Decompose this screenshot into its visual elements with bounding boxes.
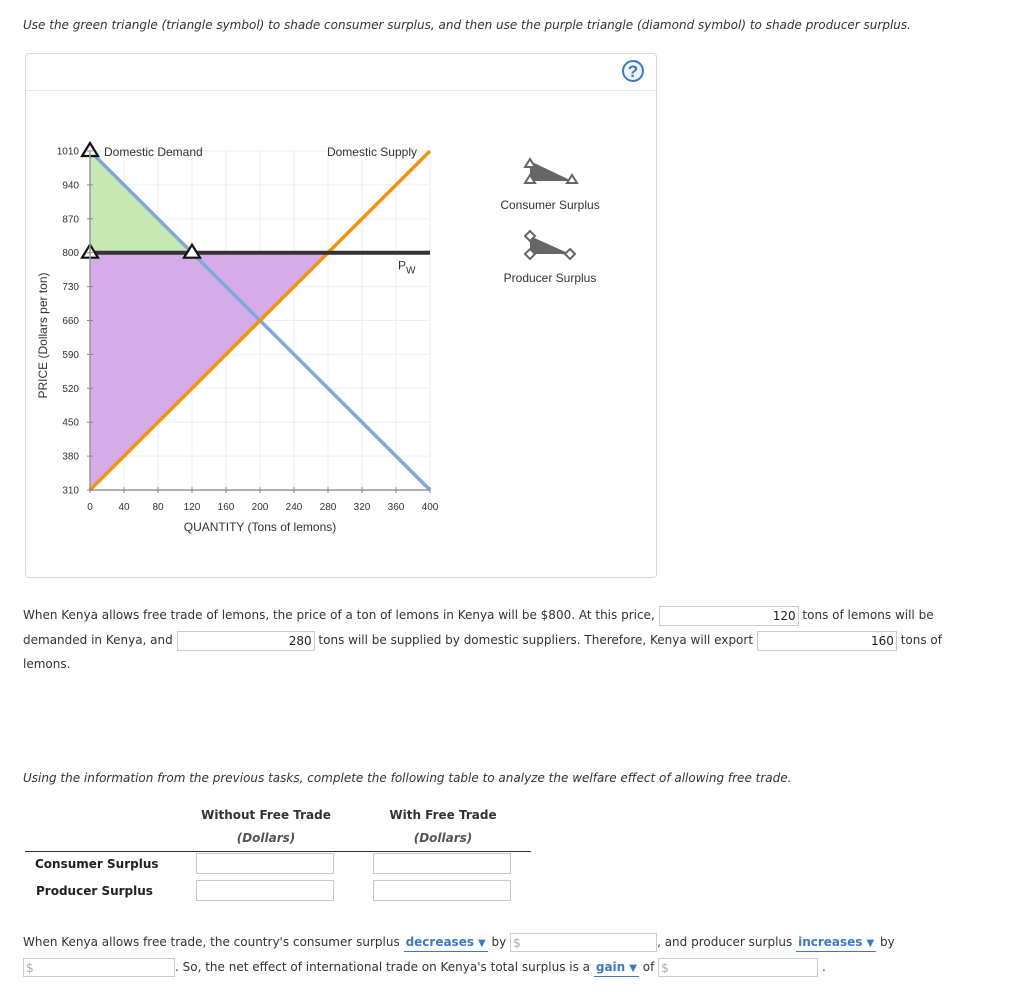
col-without-unit: (Dollars): [236, 831, 296, 845]
q3-text-2: , and producer surplus: [657, 935, 793, 949]
col-with-header: With Free Trade: [389, 808, 497, 822]
net-change-value: gain: [595, 960, 626, 974]
dollar-sign: $: [513, 936, 521, 950]
caret-down-icon: ▼: [866, 938, 875, 949]
ps-change-value: increases: [798, 935, 863, 949]
x-tick-label: 320: [354, 502, 371, 513]
y-tick-label: 310: [62, 486, 79, 497]
cs-change-value: decreases: [405, 935, 474, 949]
y-tick-label: 660: [62, 316, 79, 327]
y-tick-label: 870: [62, 214, 79, 225]
q3-by-2: by: [879, 935, 895, 949]
q3-text-3: . So, the net effect of international tr…: [175, 960, 591, 974]
supply-label: Domestic Supply: [327, 145, 417, 159]
diamond-tool-icon: [523, 229, 577, 261]
producer-surplus-tool-label: Producer Surplus: [503, 271, 597, 285]
q3-line2: $ . So, the net effect of international t…: [23, 955, 826, 980]
caret-down-icon: ▼: [477, 938, 486, 949]
x-tick-label: 240: [286, 502, 303, 513]
consumer-surplus-tool-label: Consumer Surplus: [500, 198, 600, 212]
y-tick-label: 590: [62, 350, 79, 361]
y-tick-label: 800: [62, 248, 79, 259]
quantity-supplied-input[interactable]: 280: [176, 630, 315, 651]
y-tick-label: 450: [62, 418, 79, 429]
x-tick-label: 0: [87, 502, 93, 513]
q3-end: .: [821, 960, 826, 974]
ps-change-dropdown[interactable]: increases ▼: [796, 935, 877, 952]
y-tick-label: 940: [62, 180, 79, 191]
x-axis-title: QUANTITY (Tons of lemons): [184, 520, 336, 534]
row-label-consumer-surplus: Consumer Surplus: [35, 857, 159, 871]
y-tick-label: 730: [62, 282, 79, 293]
x-tick-label: 400: [422, 502, 439, 513]
quantity-demanded-input[interactable]: 120: [658, 605, 799, 626]
x-tick-label: 200: [252, 502, 269, 513]
y-tick-label: 380: [62, 452, 79, 463]
x-tick-label: 280: [320, 502, 337, 513]
ps-with-trade-input[interactable]: [373, 880, 511, 901]
row-label-producer-surplus: Producer Surplus: [36, 884, 153, 898]
table-divider: [25, 851, 531, 852]
q1-line1: When Kenya allows free trade of lemons, …: [23, 603, 934, 628]
x-tick-label: 160: [218, 502, 235, 513]
x-tick-label: 120: [184, 502, 201, 513]
q1-line2: demanded in Kenya, and 280 tons will be …: [23, 628, 942, 653]
ps-without-trade-input[interactable]: [196, 880, 334, 901]
cs-change-amount-input[interactable]: $: [510, 933, 658, 952]
demand-label: Domestic Demand: [104, 145, 203, 159]
dollar-sign: $: [661, 961, 669, 975]
q1-text-6: lemons.: [23, 657, 71, 671]
x-tick-label: 40: [118, 502, 130, 513]
q1-text-4: tons will be supplied by domestic suppli…: [318, 633, 754, 647]
cs-without-trade-input[interactable]: [196, 853, 334, 874]
dollar-sign: $: [26, 961, 34, 975]
cs-with-trade-input[interactable]: [373, 853, 511, 874]
exports-input[interactable]: 160: [756, 630, 897, 651]
caret-down-icon: ▼: [629, 963, 637, 974]
q1-text-3: demanded in Kenya, and: [23, 633, 173, 647]
q1-text-1: When Kenya allows free trade of lemons, …: [23, 608, 655, 622]
q1-text-2: tons of lemons will be: [802, 608, 934, 622]
q3-of: of: [642, 960, 655, 974]
triangle-tool-icon: [523, 157, 579, 184]
x-tick-label: 80: [152, 502, 164, 513]
x-tick-label: 360: [388, 502, 405, 513]
q2-prompt: Using the information from the previous …: [23, 771, 792, 785]
col-without-header: Without Free Trade: [201, 808, 331, 822]
cs-change-dropdown[interactable]: decreases ▼: [403, 935, 488, 952]
net-change-amount-input[interactable]: $: [658, 958, 819, 977]
net-change-dropdown[interactable]: gain ▼: [593, 960, 639, 977]
producer-surplus-tool[interactable]: Producer Surplus: [495, 229, 605, 285]
ps-change-amount-input[interactable]: $: [23, 958, 175, 977]
col-with-unit: (Dollars): [413, 831, 473, 845]
y-tick-label: 520: [62, 384, 79, 395]
q1-text-5: tons of: [900, 633, 942, 647]
q3-text-1: When Kenya allows free trade, the countr…: [23, 935, 400, 949]
q3-line1: When Kenya allows free trade, the countr…: [23, 930, 895, 955]
y-axis-title: PRICE (Dollars per ton): [36, 272, 50, 398]
y-tick-label: 1010: [57, 147, 80, 158]
world-price-label: PW: [398, 259, 416, 277]
q3-by-1: by: [491, 935, 507, 949]
consumer-surplus-tool[interactable]: Consumer Surplus: [495, 155, 605, 212]
